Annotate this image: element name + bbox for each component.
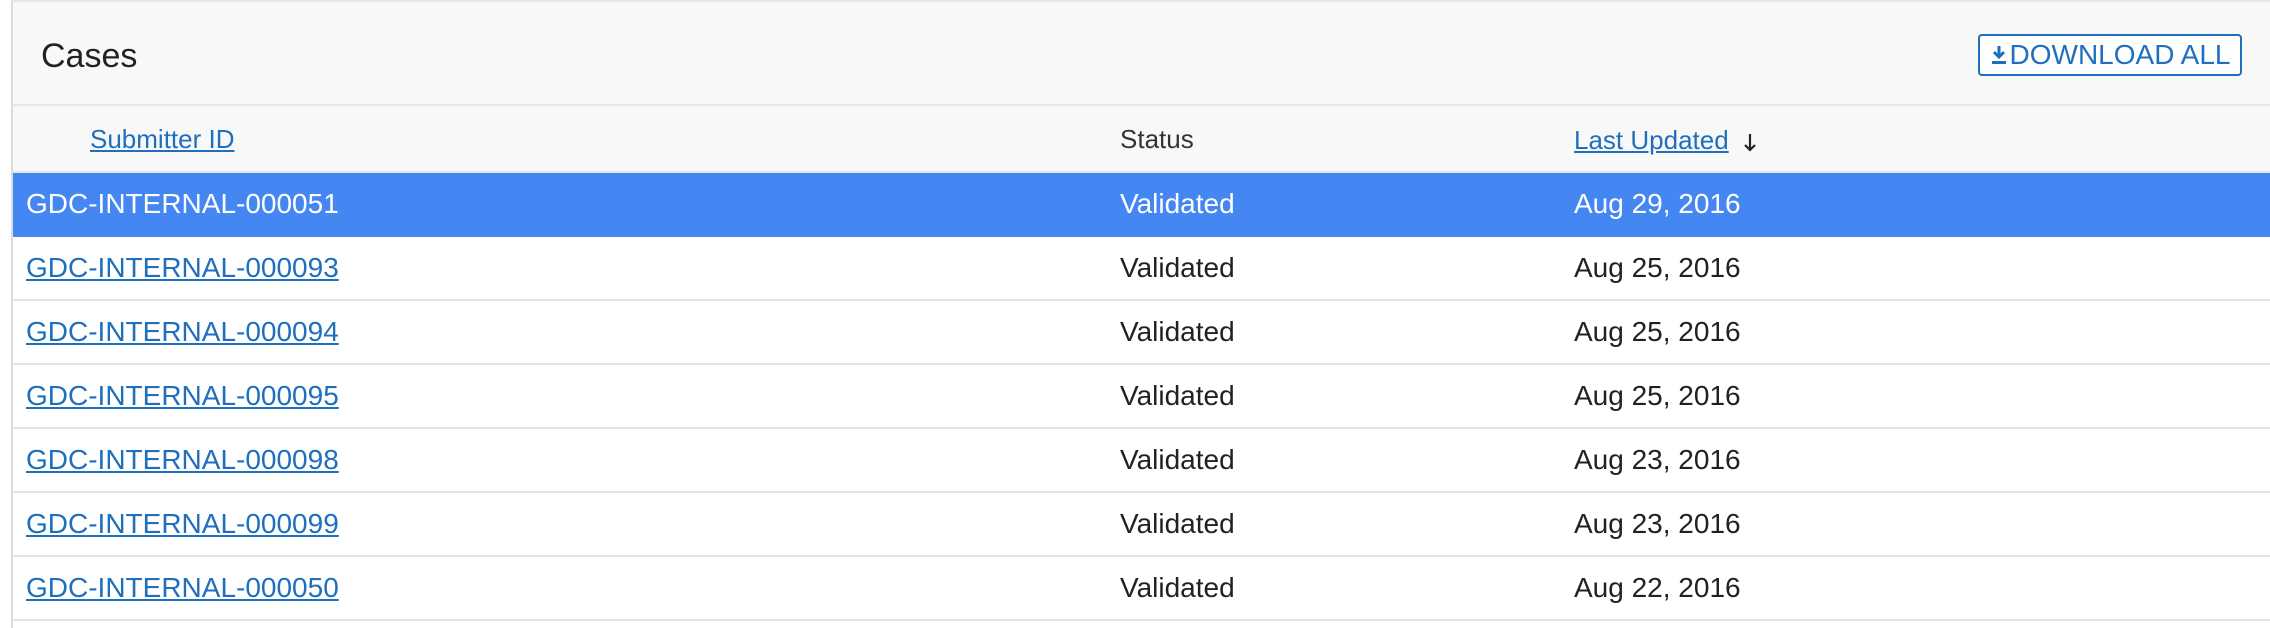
submitter-id-link[interactable]: GDC-INTERNAL-000098 (26, 429, 339, 491)
submitter-id-link[interactable]: GDC-INTERNAL-000099 (26, 493, 339, 555)
table-header: Submitter ID Status Last Updated (13, 106, 2270, 173)
submitter-id-link[interactable]: GDC-INTERNAL-000094 (26, 301, 339, 363)
status-cell: Validated (1120, 508, 1235, 539)
last-updated-cell: Aug 23, 2016 (1574, 444, 1741, 475)
download-all-button[interactable]: DOWNLOAD ALL (1978, 34, 2242, 76)
submitter-id-link[interactable]: GDC-INTERNAL-000093 (26, 237, 339, 299)
page-title: Cases (41, 37, 138, 75)
last-updated-cell: Aug 23, 2016 (1574, 508, 1741, 539)
download-all-label: DOWNLOAD ALL (2009, 39, 2231, 70)
submitter-id-link[interactable]: GDC-INTERNAL-000050 (26, 557, 339, 619)
submitter-id-link[interactable]: GDC-INTERNAL-000051 (26, 173, 339, 235)
last-updated-cell: Aug 25, 2016 (1574, 380, 1741, 411)
column-header-submitter-id[interactable]: Submitter ID (90, 106, 235, 173)
download-icon (1990, 44, 2008, 66)
table-row[interactable]: GDC-INTERNAL-000098 Validated Aug 23, 2016 (13, 429, 2270, 493)
table-row[interactable]: GDC-INTERNAL-000095 Validated Aug 25, 2016 (13, 365, 2270, 429)
table-row[interactable]: GDC-INTERNAL-000093 Validated Aug 25, 2016 (13, 237, 2270, 301)
arrow-down-icon[interactable] (1742, 132, 1758, 154)
table-body: GDC-INTERNAL-000051 Validated Aug 29, 2016… (13, 173, 2270, 621)
status-cell: Validated (1120, 444, 1235, 475)
cases-panel: Cases DOWNLOAD ALL Submitter ID Status L… (11, 0, 2270, 628)
status-cell: Validated (1120, 252, 1235, 283)
status-cell: Validated (1120, 316, 1235, 347)
table-row[interactable]: GDC-INTERNAL-000051 Validated Aug 29, 2016 (13, 173, 2270, 237)
last-updated-cell: Aug 22, 2016 (1574, 572, 1741, 603)
table-row[interactable]: GDC-INTERNAL-000099 Validated Aug 23, 2016 (13, 493, 2270, 557)
status-cell: Validated (1120, 188, 1235, 219)
status-cell: Validated (1120, 380, 1235, 411)
column-header-last-updated[interactable]: Last Updated (1574, 106, 1729, 173)
column-header-status: Status (1120, 124, 1194, 154)
last-updated-cell: Aug 25, 2016 (1574, 316, 1741, 347)
table-row[interactable]: GDC-INTERNAL-000094 Validated Aug 25, 2016 (13, 301, 2270, 365)
submitter-id-link[interactable]: GDC-INTERNAL-000095 (26, 365, 339, 427)
last-updated-cell: Aug 29, 2016 (1574, 188, 1741, 219)
table-row[interactable]: GDC-INTERNAL-000050 Validated Aug 22, 2016 (13, 557, 2270, 621)
status-cell: Validated (1120, 572, 1235, 603)
panel-header: Cases DOWNLOAD ALL (13, 2, 2270, 106)
last-updated-cell: Aug 25, 2016 (1574, 252, 1741, 283)
